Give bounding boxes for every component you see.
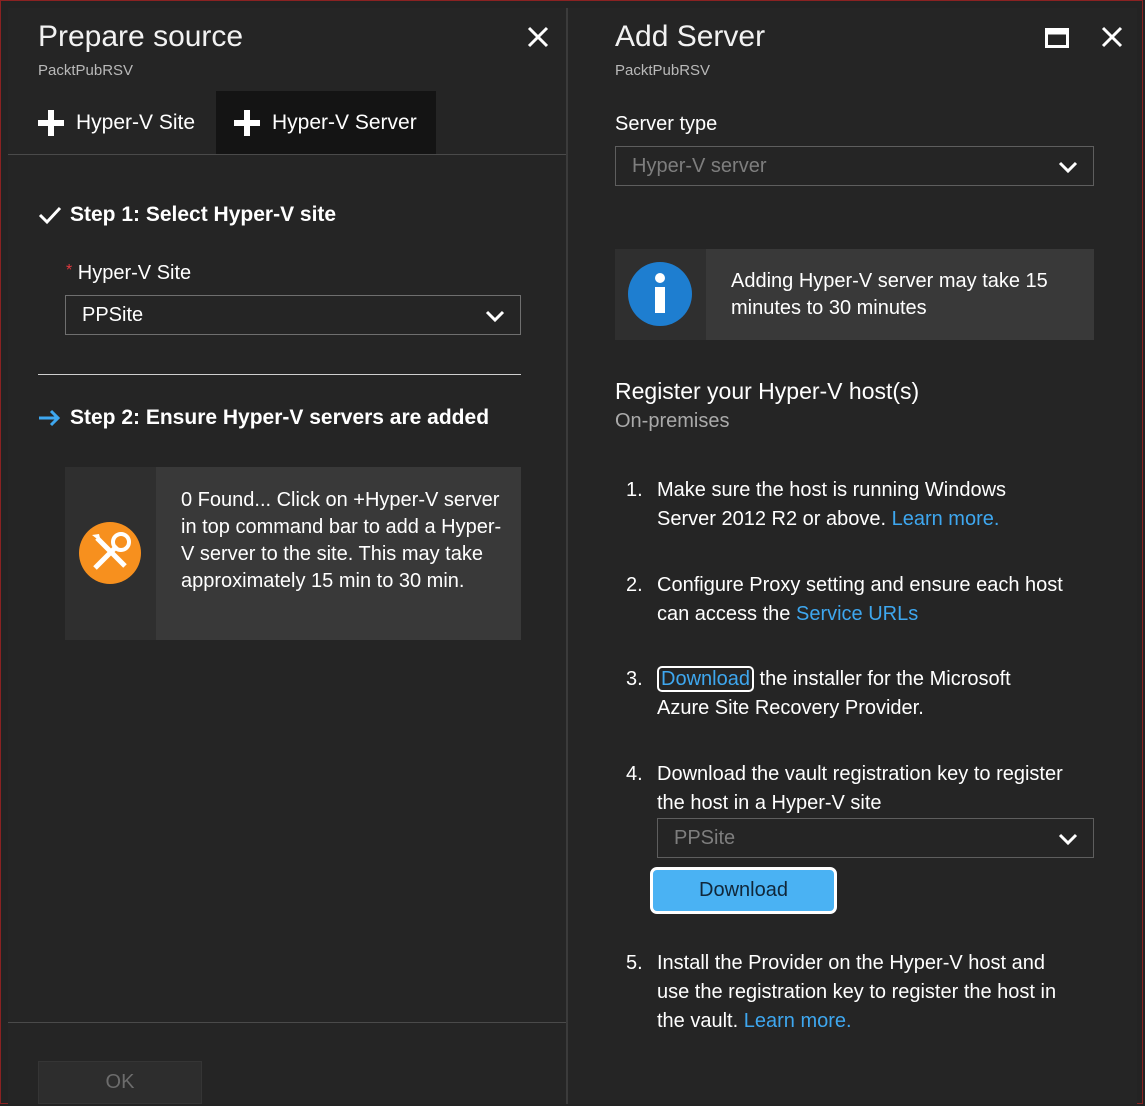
blade-title: Add Server: [615, 20, 766, 53]
chevron-down-icon: [1058, 161, 1078, 174]
list-number: 2.: [626, 574, 643, 596]
hyperv-site-select[interactable]: PPSite: [65, 295, 521, 335]
command-bar-divider: [8, 154, 566, 155]
download-key-button[interactable]: Download: [650, 867, 837, 914]
register-subtitle: On-premises: [615, 410, 730, 432]
site-field-label: * Hyper-V Site: [66, 262, 191, 285]
server-type-value: Hyper-V server: [632, 154, 767, 177]
plus-icon: [38, 109, 64, 136]
required-mark: *: [66, 262, 73, 279]
blade-subtitle: PacktPubRSV: [38, 62, 134, 79]
step2-heading: Step 2: Ensure Hyper-V servers are added: [38, 406, 489, 430]
list-text: Download the vault registration key to r…: [657, 763, 1063, 814]
site-field-label-text: Hyper-V Site: [77, 262, 192, 284]
close-icon[interactable]: [527, 26, 549, 48]
server-type-label: Server type: [615, 113, 718, 135]
list-number: 5.: [626, 952, 643, 974]
plus-icon: [234, 109, 260, 136]
step1-title: Step 1: Select Hyper-V site: [70, 203, 337, 226]
add-server-blade: Add Server PacktPubRSV Server type Hyper…: [568, 8, 1137, 1104]
server-type-select[interactable]: Hyper-V server: [615, 146, 1094, 186]
site-select-value: PPSite: [82, 303, 144, 326]
list-number: 4.: [626, 763, 643, 785]
list-number: 1.: [626, 479, 643, 501]
register-title: Register your Hyper-V host(s): [615, 378, 920, 404]
vault-site-value: PPSite: [674, 826, 736, 849]
command-label: Hyper-V Site: [76, 110, 196, 134]
blade-title: Prepare source: [38, 20, 244, 53]
vault-site-select[interactable]: PPSite: [657, 818, 1094, 858]
step2-title: Step 2: Ensure Hyper-V servers are added: [70, 406, 490, 429]
chevron-down-icon: [1058, 833, 1078, 846]
tools-icon: [79, 522, 141, 584]
ok-button[interactable]: OK: [38, 1061, 202, 1104]
info-text: 0 Found... Click on +Hyper-V server in t…: [181, 489, 502, 592]
chevron-down-icon: [485, 310, 505, 323]
info-icon: [628, 262, 692, 326]
checkmark-icon: [38, 206, 62, 225]
step1-heading: Step 1: Select Hyper-V site: [38, 203, 336, 227]
info-text: Adding Hyper-V server may take 15 minute…: [731, 270, 1048, 319]
list-number: 3.: [626, 668, 643, 690]
command-label: Hyper-V Server: [272, 110, 417, 134]
blade-subtitle: PacktPubRSV: [615, 62, 711, 79]
add-hyperv-site-command[interactable]: Hyper-V Site: [30, 91, 223, 154]
list-text: Install the Provider on the Hyper-V host…: [657, 952, 1057, 1032]
download-provider-link[interactable]: Download: [657, 666, 754, 692]
add-hyperv-server-command[interactable]: Hyper-V Server: [216, 91, 436, 154]
footer-divider: [8, 1022, 566, 1023]
learn-more-link[interactable]: Learn more.: [744, 1010, 852, 1032]
learn-more-link[interactable]: Learn more.: [892, 508, 1000, 530]
close-icon[interactable]: [1101, 26, 1123, 48]
prepare-source-blade: Prepare source PacktPubRSV Hyper-V Site …: [8, 8, 568, 1104]
info-icon-cell: [65, 467, 156, 640]
no-servers-info-box: 0 Found... Click on +Hyper-V server in t…: [65, 467, 521, 640]
arrow-right-icon: [39, 409, 61, 427]
step-divider: [38, 374, 521, 375]
maximize-icon[interactable]: [1045, 28, 1069, 48]
service-urls-link[interactable]: Service URLs: [796, 603, 918, 625]
duration-info-box: Adding Hyper-V server may take 15 minute…: [615, 249, 1094, 340]
info-icon-cell: [615, 249, 706, 340]
